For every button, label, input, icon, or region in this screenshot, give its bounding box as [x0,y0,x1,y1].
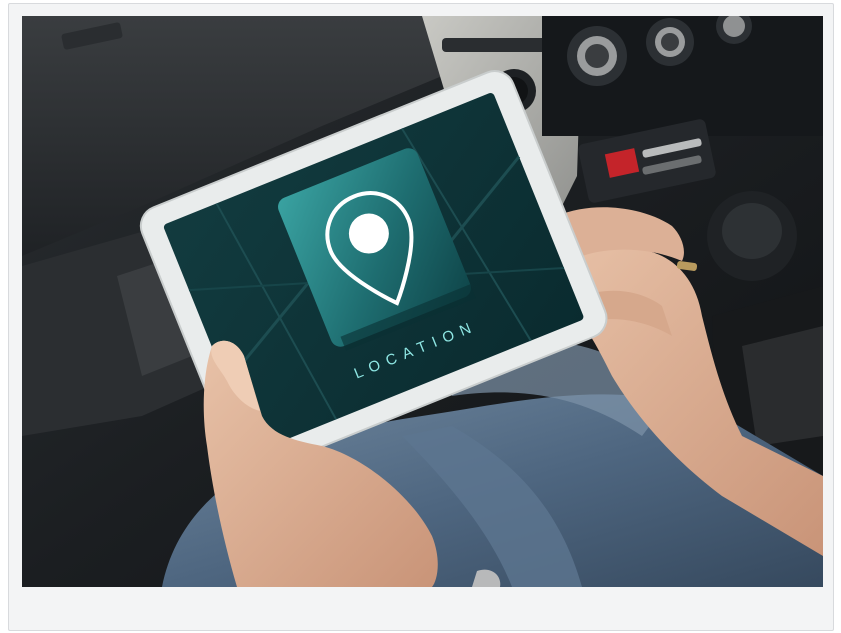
caption-area [22,587,823,630]
photo-illustration: LOCATION [22,16,823,587]
photo-tablet-location-in-car: LOCATION [22,16,823,587]
image-card: LOCATION [8,3,834,631]
